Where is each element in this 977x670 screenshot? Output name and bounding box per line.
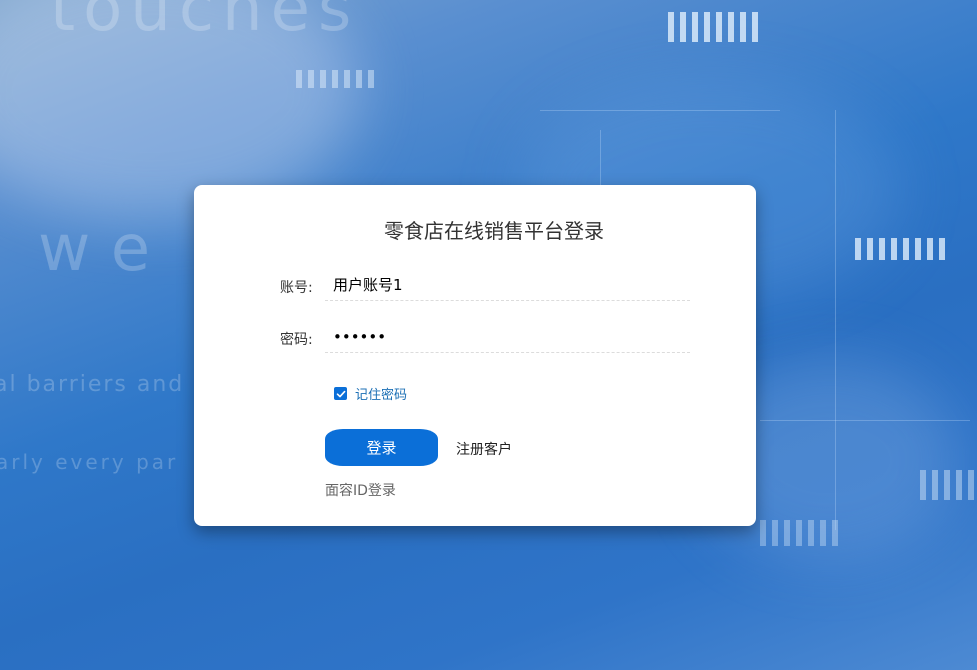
background-text: arly every par: [0, 450, 179, 474]
background-line: [760, 420, 970, 421]
login-card: 零食店在线销售平台登录 账号: 密码: 记住密码 登录 注册客户 面容ID登录: [194, 185, 756, 526]
background-bars: [296, 70, 374, 88]
background-text: w e: [38, 212, 151, 286]
face-id-login-link[interactable]: 面容ID登录: [325, 480, 396, 500]
background-line: [540, 110, 780, 111]
login-button[interactable]: 登录: [325, 429, 438, 466]
background-bars: [668, 12, 758, 42]
password-label: 密码:: [280, 332, 313, 348]
login-title: 零食店在线销售平台登录: [384, 219, 604, 243]
account-label: 账号:: [280, 280, 313, 296]
account-input[interactable]: [325, 269, 690, 301]
background-bars: [760, 520, 838, 546]
register-customer-link[interactable]: 注册客户: [456, 439, 512, 459]
background-line: [835, 110, 836, 530]
remember-password-label: 记住密码: [355, 388, 408, 403]
account-row: 账号:: [194, 269, 756, 303]
background-text: al barriers and: [0, 372, 185, 397]
remember-password-checkbox[interactable]: 记住密码: [334, 384, 407, 403]
password-row: 密码:: [194, 321, 756, 355]
checkbox-checked[interactable]: [334, 387, 347, 400]
check-icon: [336, 390, 345, 397]
background-bars: [855, 238, 945, 260]
background-bars: [920, 470, 977, 500]
background-text: touches: [50, 0, 360, 46]
password-input[interactable]: [325, 321, 690, 353]
